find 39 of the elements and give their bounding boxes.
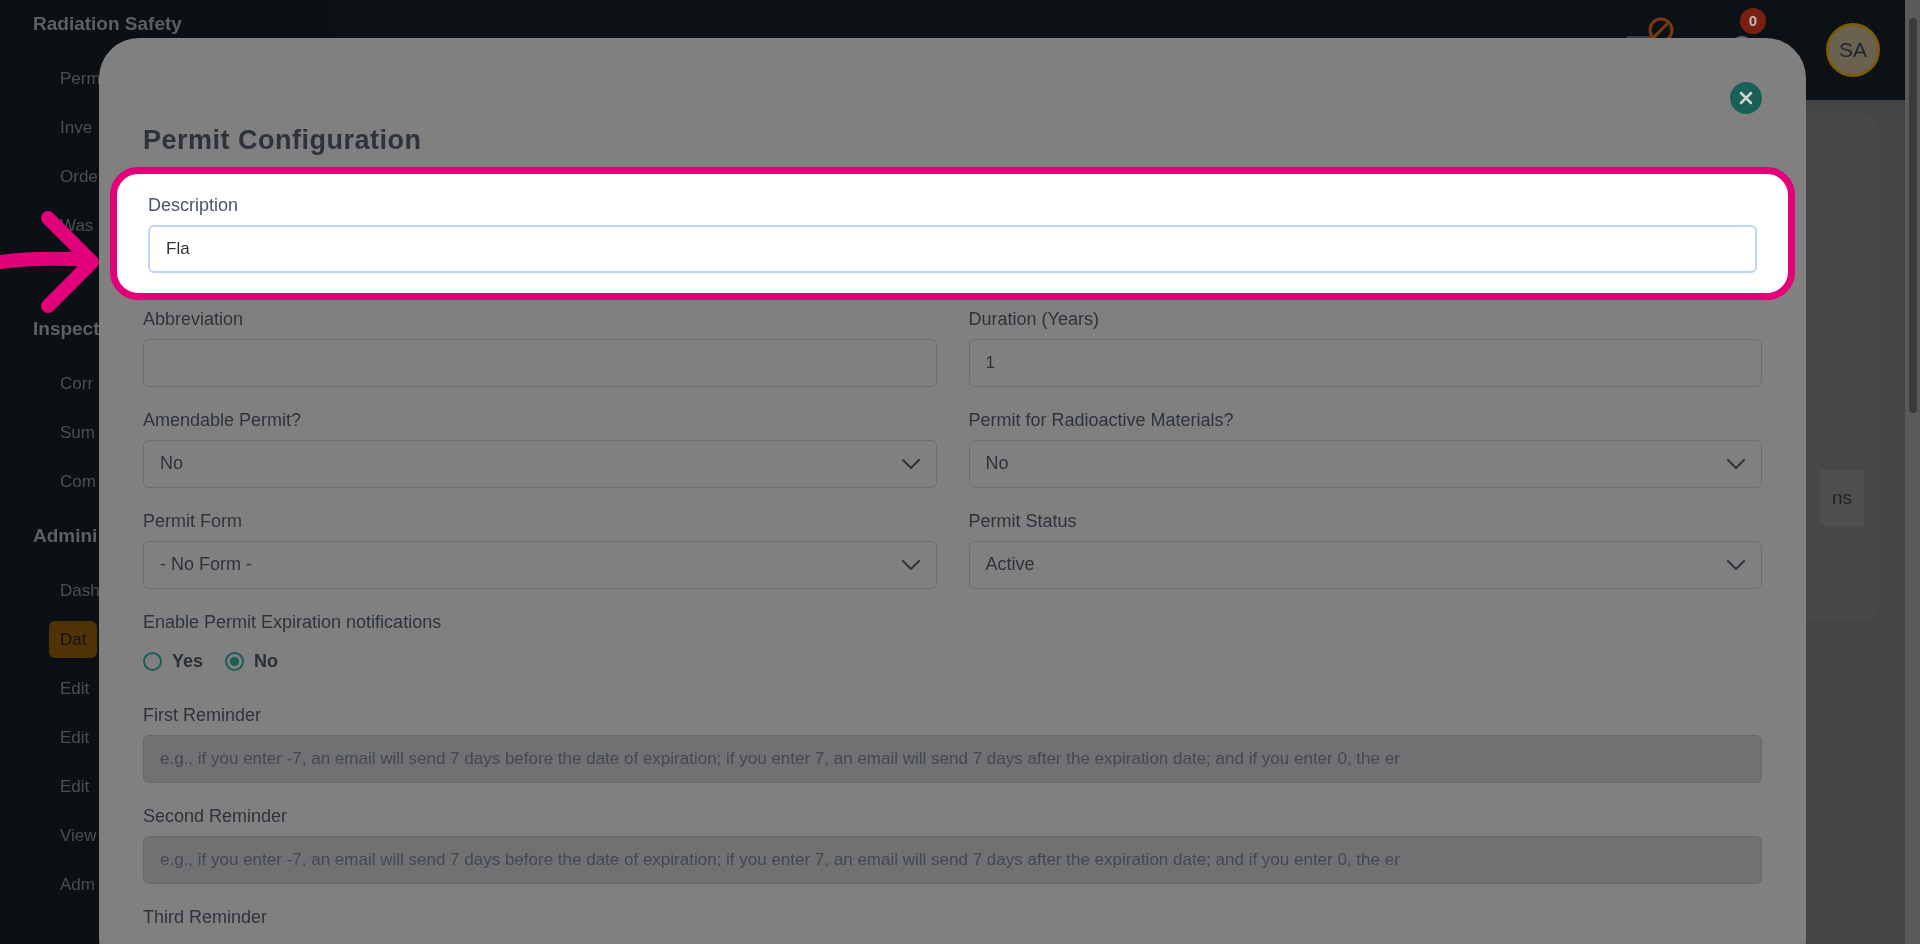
- chevron-down-icon: [901, 559, 920, 570]
- field-label: Abbreviation: [143, 307, 245, 331]
- sidebar-item[interactable]: Edit: [49, 767, 101, 806]
- sidebar-section-heading: Admini: [33, 523, 98, 548]
- field-label: Permit Status: [968, 509, 1078, 533]
- scrollbar[interactable]: [1905, 0, 1920, 944]
- chevron-down-icon: [1727, 458, 1745, 469]
- sidebar-section-heading: Inspect: [33, 316, 100, 341]
- close-button[interactable]: [1730, 82, 1762, 114]
- chevron-down-icon: [1727, 559, 1745, 570]
- field-label: First Reminder: [143, 703, 263, 727]
- field-label: Permit Form: [143, 509, 243, 533]
- radio-label[interactable]: Yes: [172, 648, 204, 675]
- text-field[interactable]: 1: [968, 338, 1762, 387]
- close-icon: [1739, 91, 1753, 105]
- field-label: Second Reminder: [143, 804, 289, 828]
- sidebar-item[interactable]: Inve: [49, 108, 104, 147]
- sidebar-section-heading: Radiation Safety: [33, 11, 182, 36]
- select-field[interactable]: Active: [968, 540, 1762, 589]
- radio-button[interactable]: [225, 652, 245, 671]
- select-field[interactable]: - No Form -: [143, 540, 937, 589]
- modal-title: Permit Configuration: [143, 124, 423, 157]
- user-avatar[interactable]: SA: [1826, 23, 1880, 77]
- field-label: Description: [148, 193, 240, 217]
- sidebar-item[interactable]: Edit: [49, 669, 101, 708]
- chevron-down-icon: [901, 458, 920, 469]
- select-field[interactable]: No: [968, 439, 1762, 488]
- field-label: Amendable Permit?: [143, 408, 303, 432]
- field-label: Duration (Years): [968, 307, 1100, 331]
- radio-button[interactable]: [143, 652, 162, 671]
- field-label: Permit for Radioactive Materials?: [968, 408, 1235, 432]
- radio-label[interactable]: No: [254, 648, 279, 675]
- sidebar-item[interactable]: Edit: [49, 718, 101, 757]
- field-label: Third Reminder: [143, 905, 269, 929]
- field-label: Enable Permit Expiration notifications: [143, 610, 443, 634]
- text-field[interactable]: Fla: [148, 224, 1757, 273]
- notification-badge: 0: [1740, 8, 1766, 34]
- select-field[interactable]: No: [143, 439, 937, 488]
- sidebar-item[interactable]: Dat: [49, 620, 98, 659]
